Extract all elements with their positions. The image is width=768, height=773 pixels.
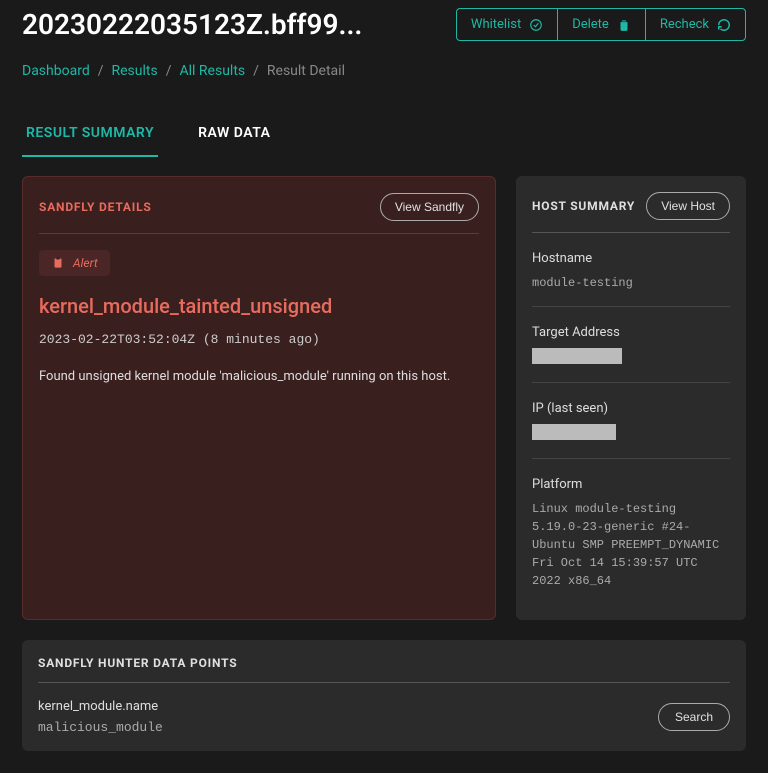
tab-raw-data[interactable]: RAW DATA [194,115,274,157]
whitelist-button[interactable]: Whitelist [457,9,558,40]
crumb-all-results[interactable]: All Results [180,63,246,79]
tab-result-summary[interactable]: RESULT SUMMARY [22,115,158,157]
crumb-results[interactable]: Results [112,63,158,79]
ip-last-seen-label: IP (last seen) [532,401,730,416]
target-address-label: Target Address [532,325,730,340]
sandfly-name: kernel_module_tainted_unsigned [39,294,479,318]
ip-last-seen-value [532,424,616,440]
breadcrumb-separator: / [98,63,104,79]
target-address-value [532,348,622,364]
breadcrumb-separator: / [166,63,172,79]
hunter-datapoint-key: kernel_module.name [38,699,163,714]
sandfly-details-panel: SANDFLY DETAILS View Sandfly Alert kerne… [22,176,496,620]
breadcrumb-separator: / [253,63,259,79]
sandfly-description: Found unsigned kernel module 'malicious_… [39,369,479,384]
hunter-data-points-panel: SANDFLY HUNTER DATA POINTS kernel_module… [22,640,746,751]
alert-label: Alert [73,256,98,270]
trash-icon [617,18,631,32]
hunter-datapoint-value: malicious_module [38,720,163,735]
view-sandfly-button[interactable]: View Sandfly [380,193,479,221]
tab-bar: RESULT SUMMARY RAW DATA [22,115,746,158]
host-panel-title: HOST SUMMARY [532,199,635,213]
platform-label: Platform [532,477,730,492]
platform-value: Linux module-testing 5.19.0-23-generic #… [532,500,730,590]
clipboard-icon [51,256,65,270]
view-host-button[interactable]: View Host [646,192,730,220]
breadcrumb: Dashboard / Results / All Results / Resu… [22,63,746,79]
check-circle-icon [529,18,543,32]
whitelist-label: Whitelist [471,17,521,32]
search-button[interactable]: Search [658,703,730,731]
alert-badge: Alert [39,250,110,276]
sandfly-timestamp: 2023-02-22T03:52:04Z (8 minutes ago) [39,332,479,347]
page-title: 20230222035123Z.bff99... [22,8,362,41]
recheck-label: Recheck [660,17,709,32]
crumb-current: Result Detail [267,63,345,79]
hunter-panel-title: SANDFLY HUNTER DATA POINTS [38,656,730,670]
refresh-icon [717,18,731,32]
delete-label: Delete [572,17,609,32]
action-button-group: Whitelist Delete Recheck [456,8,746,41]
recheck-button[interactable]: Recheck [646,9,745,40]
delete-button[interactable]: Delete [558,9,646,40]
hostname-label: Hostname [532,251,730,266]
host-summary-panel: HOST SUMMARY View Host Hostname module-t… [516,176,746,620]
hostname-value: module-testing [532,274,730,292]
sandfly-panel-title: SANDFLY DETAILS [39,200,152,214]
crumb-dashboard[interactable]: Dashboard [22,63,90,79]
